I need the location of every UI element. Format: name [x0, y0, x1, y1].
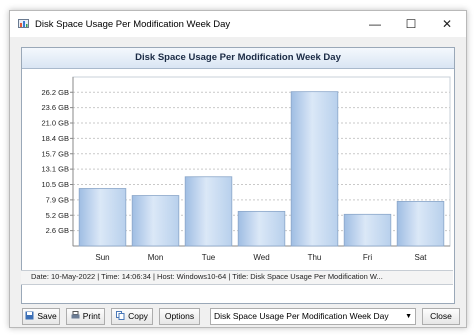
close-button[interactable]: Close — [422, 308, 460, 325]
x-tick-label: Tue — [202, 253, 216, 262]
maximize-button[interactable]: ☐ — [393, 11, 429, 37]
bar-mon — [131, 195, 180, 247]
chart-type-select-value: Disk Space Usage Per Modification Week D… — [214, 311, 389, 321]
copy-button[interactable]: Copy — [111, 308, 153, 325]
y-tick-label: 18.4 GB — [41, 134, 69, 143]
report-window: Disk Space Usage Per Modification Week D… — [9, 10, 467, 328]
bar-fri — [343, 213, 392, 247]
x-tick-label: Wed — [253, 253, 269, 262]
save-button[interactable]: Save — [22, 308, 60, 325]
y-tick-label: 13.1 GB — [41, 165, 69, 174]
print-button[interactable]: Print — [66, 308, 105, 325]
y-tick-label: 7.9 GB — [46, 195, 69, 204]
y-tick-label: 2.6 GB — [46, 226, 69, 235]
y-tick-label: 21.0 GB — [41, 119, 69, 128]
x-tick-label: Fri — [363, 253, 373, 262]
close-label: Close — [430, 311, 452, 321]
window-title: Disk Space Usage Per Modification Week D… — [35, 19, 231, 30]
x-tick-label: Thu — [308, 253, 322, 262]
bar-wed — [237, 210, 286, 247]
chart-type-select[interactable]: Disk Space Usage Per Modification Week D… — [210, 308, 416, 325]
copy-label: Copy — [128, 311, 148, 321]
y-tick-label: 15.7 GB — [41, 149, 69, 158]
x-tick-label: Sun — [95, 253, 109, 262]
x-tick-label: Sat — [414, 253, 427, 262]
y-tick-label: 10.5 GB — [41, 180, 69, 189]
bar-sat — [396, 201, 445, 247]
options-button[interactable]: Options — [159, 308, 200, 325]
options-label: Options — [164, 311, 195, 321]
minimize-button[interactable]: — — [357, 11, 393, 37]
floppy-disk-icon — [25, 311, 34, 320]
status-bar: Date: 10-May-2022 | Time: 14:06:34 | Hos… — [21, 270, 453, 285]
bar-chart: 2.6 GB 5.2 GB 7.9 GB 10.5 GB 13.1 GB 15.7 GB 1… — [41, 76, 451, 262]
app-icon — [18, 19, 29, 28]
y-tick-label: 23.6 GB — [41, 103, 69, 112]
y-tick-label: 5.2 GB — [46, 211, 69, 220]
status-text: Date: 10-May-2022 | Time: 14:06:34 | Hos… — [31, 272, 383, 281]
close-window-button[interactable]: ✕ — [429, 11, 465, 37]
print-label: Print — [82, 311, 101, 321]
chevron-down-icon: ▼ — [405, 313, 412, 320]
copy-icon — [116, 311, 125, 320]
title-bar[interactable]: Disk Space Usage Per Modification Week D… — [10, 11, 466, 37]
save-label: Save — [37, 311, 57, 321]
y-tick-label: 26.2 GB — [41, 88, 69, 97]
bar-tue — [184, 176, 233, 247]
bar-thu — [290, 91, 339, 247]
bar-sun — [78, 188, 127, 247]
printer-icon — [71, 311, 80, 319]
chart-panel: Disk Space Usage Per Modification Week D… — [21, 47, 455, 304]
x-tick-label: Mon — [148, 253, 164, 262]
